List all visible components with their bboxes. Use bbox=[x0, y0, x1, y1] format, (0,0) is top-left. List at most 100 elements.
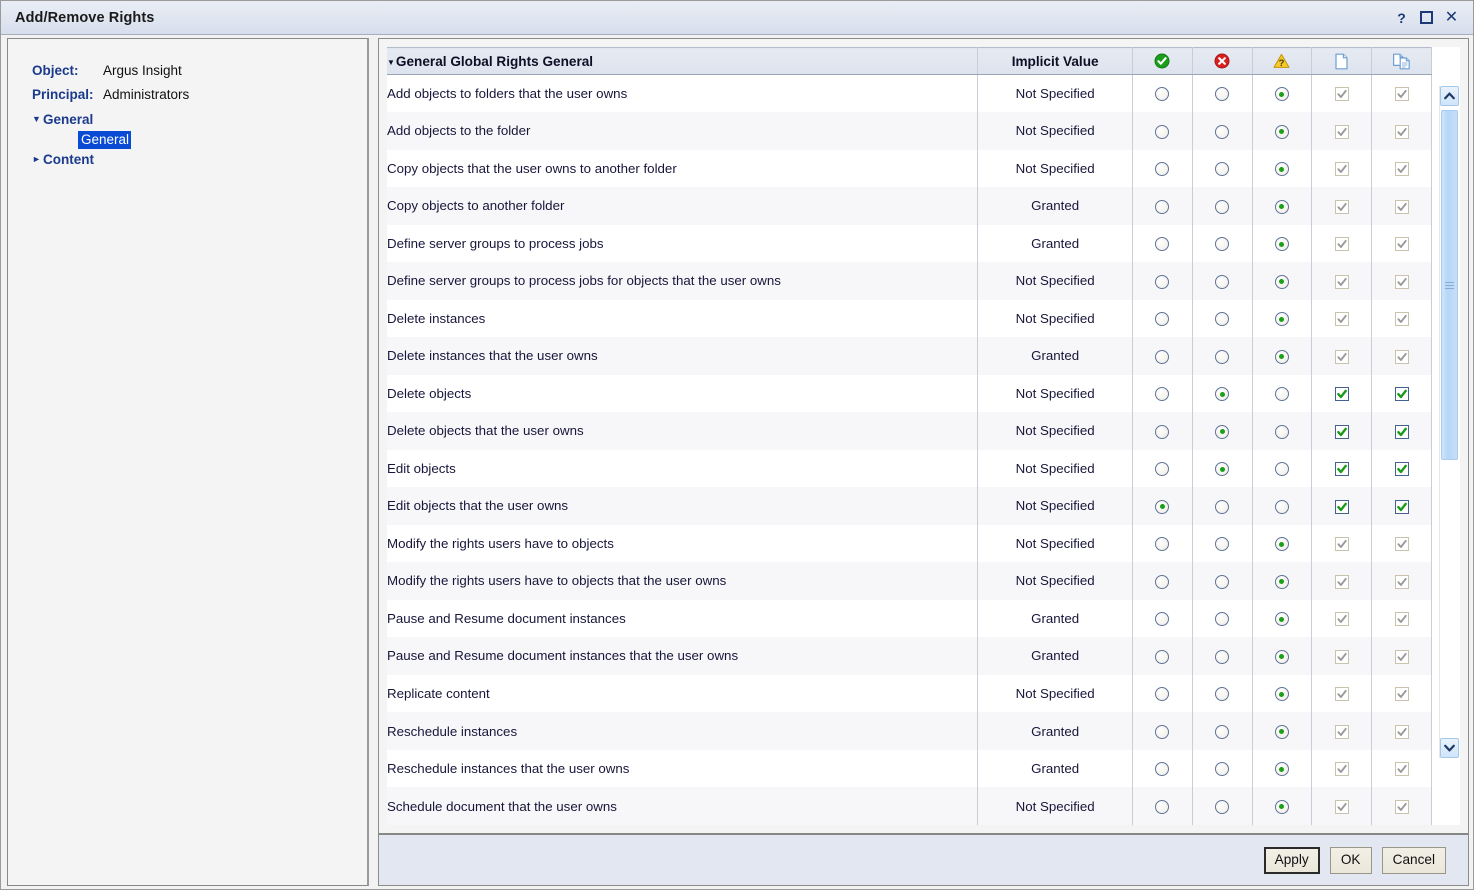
maximize-icon[interactable] bbox=[1420, 11, 1433, 24]
checkbox-cell[interactable] bbox=[1311, 749, 1373, 788]
table-row[interactable]: Delete instances that the user owns Grant… bbox=[387, 337, 1432, 375]
table-row[interactable]: Add objects to folders that the user own… bbox=[387, 74, 1432, 113]
checkbox-cell[interactable] bbox=[1311, 74, 1373, 113]
permission-radio[interactable] bbox=[1215, 199, 1230, 214]
radio-cell[interactable] bbox=[1252, 749, 1313, 788]
radio-cell[interactable] bbox=[1132, 449, 1193, 488]
permission-radio[interactable] bbox=[1155, 87, 1170, 102]
permission-radio[interactable] bbox=[1155, 687, 1170, 702]
apply-checkbox[interactable] bbox=[1394, 462, 1409, 477]
checkbox-cell[interactable] bbox=[1311, 224, 1373, 263]
checkbox-cell[interactable] bbox=[1311, 112, 1373, 150]
apply-checkbox[interactable] bbox=[1394, 237, 1409, 252]
table-row[interactable]: Reschedule instances that the user owns G… bbox=[387, 749, 1432, 788]
radio-cell[interactable] bbox=[1252, 112, 1313, 150]
apply-checkbox[interactable] bbox=[1334, 799, 1349, 814]
apply-checkbox[interactable] bbox=[1334, 349, 1349, 364]
close-icon[interactable]: ✕ bbox=[1444, 9, 1459, 25]
radio-cell[interactable] bbox=[1252, 524, 1313, 563]
permission-radio[interactable] bbox=[1215, 499, 1230, 514]
permission-radio[interactable] bbox=[1274, 649, 1289, 664]
radio-cell[interactable] bbox=[1132, 562, 1193, 600]
table-row[interactable]: Delete instances Not Specified bbox=[387, 299, 1432, 338]
radio-cell[interactable] bbox=[1192, 112, 1253, 150]
radio-cell[interactable] bbox=[1252, 674, 1313, 713]
apply-checkbox[interactable] bbox=[1334, 687, 1349, 702]
apply-checkbox[interactable] bbox=[1394, 87, 1409, 102]
checkbox-cell[interactable] bbox=[1371, 299, 1432, 338]
checkbox-cell[interactable] bbox=[1311, 299, 1373, 338]
permission-radio[interactable] bbox=[1215, 274, 1230, 289]
apply-checkbox[interactable] bbox=[1394, 612, 1409, 627]
table-row[interactable]: Delete objects Not Specified bbox=[387, 374, 1432, 413]
table-row[interactable]: Replicate content Not Specified bbox=[387, 674, 1432, 713]
checkbox-cell[interactable] bbox=[1371, 712, 1432, 750]
checkbox-cell[interactable] bbox=[1371, 374, 1432, 413]
tree-item-general[interactable]: ▼ General bbox=[32, 109, 367, 130]
checkbox-cell[interactable] bbox=[1371, 149, 1432, 188]
permission-radio[interactable] bbox=[1155, 574, 1170, 589]
checkbox-cell[interactable] bbox=[1311, 562, 1373, 600]
checkbox-cell[interactable] bbox=[1311, 599, 1373, 638]
column-header-denied[interactable] bbox=[1192, 47, 1253, 75]
permission-radio[interactable] bbox=[1155, 762, 1170, 777]
radio-cell[interactable] bbox=[1132, 599, 1193, 638]
apply-checkbox[interactable] bbox=[1334, 312, 1349, 327]
radio-cell[interactable] bbox=[1132, 412, 1193, 450]
checkbox-cell[interactable] bbox=[1371, 637, 1432, 675]
checkbox-cell[interactable] bbox=[1371, 187, 1432, 225]
apply-checkbox[interactable] bbox=[1334, 612, 1349, 627]
apply-checkbox[interactable] bbox=[1394, 124, 1409, 139]
help-icon[interactable]: ? bbox=[1394, 10, 1409, 25]
sort-descending-icon[interactable]: ▼ bbox=[387, 58, 395, 67]
apply-checkbox[interactable] bbox=[1334, 649, 1349, 664]
radio-cell[interactable] bbox=[1132, 637, 1193, 675]
permission-radio[interactable] bbox=[1155, 237, 1170, 252]
apply-checkbox[interactable] bbox=[1394, 762, 1409, 777]
permission-radio[interactable] bbox=[1215, 312, 1230, 327]
apply-checkbox[interactable] bbox=[1334, 274, 1349, 289]
permission-radio[interactable] bbox=[1274, 537, 1289, 552]
permission-radio[interactable] bbox=[1155, 162, 1170, 177]
permission-radio[interactable] bbox=[1274, 387, 1289, 402]
permission-radio[interactable] bbox=[1215, 799, 1230, 814]
apply-button[interactable]: Apply bbox=[1263, 846, 1320, 874]
permission-radio[interactable] bbox=[1274, 87, 1289, 102]
permission-radio[interactable] bbox=[1155, 274, 1170, 289]
radio-cell[interactable] bbox=[1252, 712, 1313, 750]
apply-checkbox[interactable] bbox=[1394, 387, 1409, 402]
permission-radio[interactable] bbox=[1215, 612, 1230, 627]
apply-checkbox[interactable] bbox=[1334, 537, 1349, 552]
radio-cell[interactable] bbox=[1132, 524, 1193, 563]
permission-radio[interactable] bbox=[1274, 124, 1289, 139]
checkbox-cell[interactable] bbox=[1311, 712, 1373, 750]
permission-radio[interactable] bbox=[1155, 349, 1170, 364]
permission-radio[interactable] bbox=[1274, 687, 1289, 702]
checkbox-cell[interactable] bbox=[1311, 262, 1373, 300]
radio-cell[interactable] bbox=[1132, 187, 1193, 225]
apply-checkbox[interactable] bbox=[1334, 574, 1349, 589]
permission-radio[interactable] bbox=[1274, 312, 1289, 327]
table-row[interactable]: Edit objects Not Specified bbox=[387, 449, 1432, 488]
radio-cell[interactable] bbox=[1192, 187, 1253, 225]
radio-cell[interactable] bbox=[1192, 674, 1253, 713]
apply-checkbox[interactable] bbox=[1334, 462, 1349, 477]
apply-checkbox[interactable] bbox=[1334, 387, 1349, 402]
radio-cell[interactable] bbox=[1252, 412, 1313, 450]
apply-checkbox[interactable] bbox=[1394, 199, 1409, 214]
permission-radio[interactable] bbox=[1274, 162, 1289, 177]
permission-radio[interactable] bbox=[1215, 424, 1230, 439]
permission-radio[interactable] bbox=[1215, 162, 1230, 177]
radio-cell[interactable] bbox=[1132, 787, 1193, 825]
permission-radio[interactable] bbox=[1274, 274, 1289, 289]
checkbox-cell[interactable] bbox=[1371, 449, 1432, 488]
scroll-down-button[interactable] bbox=[1440, 738, 1459, 758]
apply-checkbox[interactable] bbox=[1334, 424, 1349, 439]
radio-cell[interactable] bbox=[1252, 187, 1313, 225]
radio-cell[interactable] bbox=[1192, 562, 1253, 600]
apply-checkbox[interactable] bbox=[1394, 649, 1409, 664]
apply-checkbox[interactable] bbox=[1394, 574, 1409, 589]
radio-cell[interactable] bbox=[1132, 712, 1193, 750]
permission-radio[interactable] bbox=[1215, 724, 1230, 739]
radio-cell[interactable] bbox=[1132, 374, 1193, 413]
